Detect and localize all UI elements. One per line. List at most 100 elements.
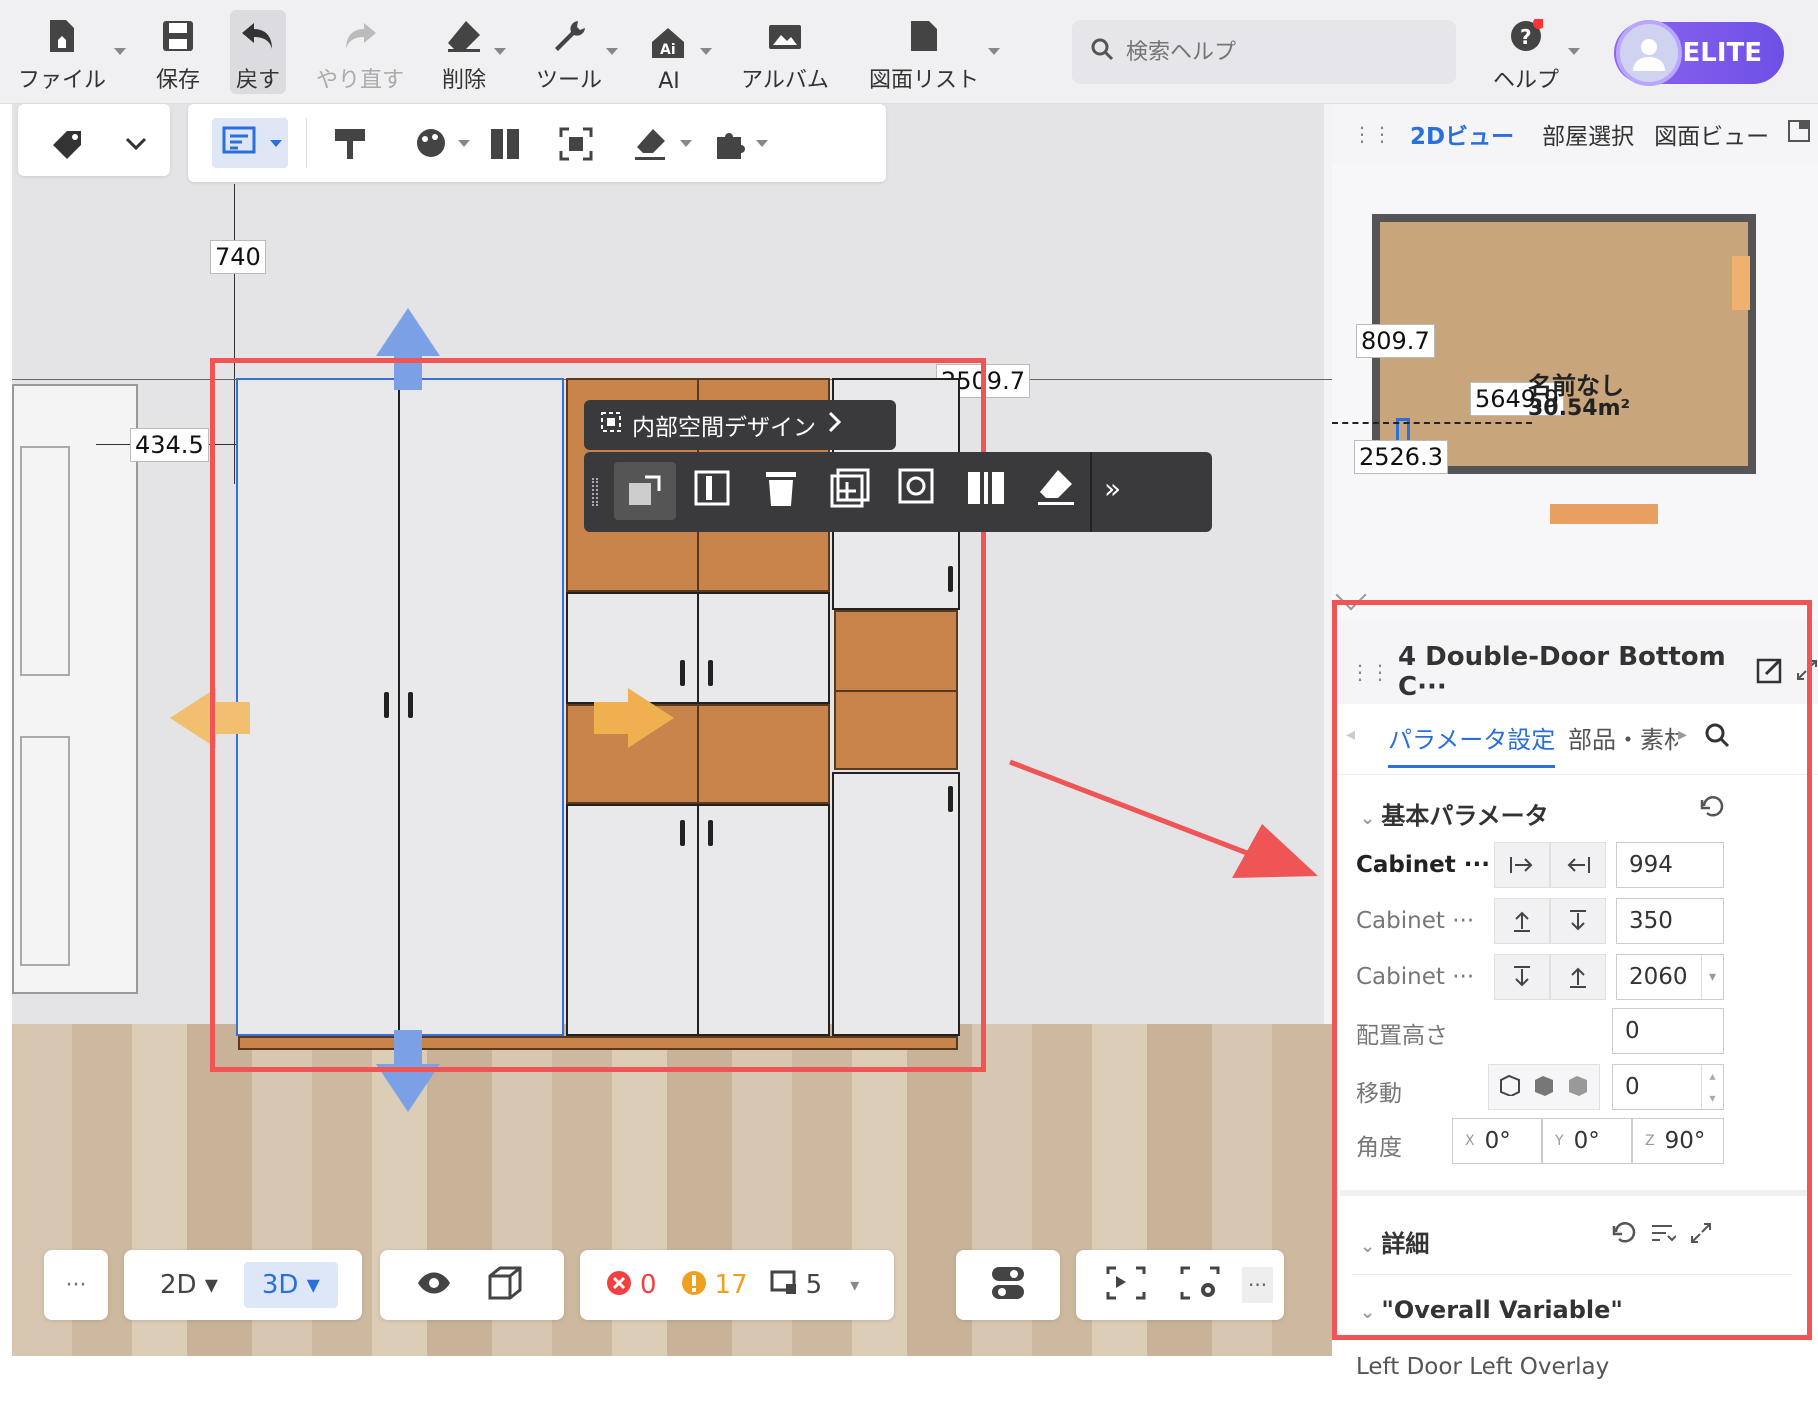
align-left-icon[interactable]: [1494, 842, 1550, 888]
list-filter-icon[interactable]: [1650, 1222, 1677, 1248]
width-input[interactable]: 994: [1616, 842, 1724, 888]
chevron-down-icon[interactable]: [756, 140, 768, 147]
box-icon[interactable]: [488, 1266, 522, 1304]
chevron-down-icon[interactable]: [114, 122, 158, 166]
layout-mode-button[interactable]: [212, 118, 288, 168]
brush-icon[interactable]: [628, 122, 672, 166]
cube-right-icon[interactable]: [1567, 1074, 1589, 1100]
align-icon[interactable]: [966, 468, 1006, 512]
drag-handle-icon[interactable]: ⋮⋮: [1352, 122, 1392, 146]
drag-handle-icon[interactable]: ⋮⋮: [1350, 660, 1390, 684]
render-settings-icon[interactable]: [1180, 1266, 1220, 1304]
angle-z-input[interactable]: Z 90°: [1632, 1118, 1724, 1164]
chevron-down-icon[interactable]: [494, 48, 506, 55]
album-button[interactable]: アルバム: [740, 10, 830, 94]
search-icon[interactable]: [1704, 722, 1730, 752]
minimap[interactable]: 809.7 5649.9 2526.3 名前なし 30.54m²: [1332, 164, 1818, 620]
cube-center-icon[interactable]: [1533, 1074, 1555, 1100]
help-search[interactable]: [1072, 20, 1456, 84]
chevron-down-icon[interactable]: ▾: [1701, 955, 1723, 999]
chevron-down-icon[interactable]: [270, 140, 282, 147]
angle-x-input[interactable]: X 0°: [1452, 1118, 1542, 1164]
puzzle-icon[interactable]: [708, 122, 752, 166]
angle-y-input[interactable]: Y 0°: [1542, 1118, 1632, 1164]
chevron-down-icon[interactable]: [1568, 48, 1580, 55]
tab-parts-materials[interactable]: 部品・素材: [1568, 720, 1678, 755]
more-button[interactable]: ···: [44, 1250, 108, 1320]
section-overall-variable[interactable]: ⌄ "Overall Variable": [1360, 1296, 1623, 1324]
drawing-list-button[interactable]: 図面リスト: [868, 10, 980, 94]
tools-menu[interactable]: ツール: [530, 10, 608, 94]
chevron-left-icon[interactable]: ◂: [1346, 724, 1355, 745]
duplicate-icon[interactable]: [830, 468, 870, 512]
mode-3d-button[interactable]: 3D ▾: [243, 1262, 338, 1308]
redo-button[interactable]: やり直す: [310, 10, 410, 94]
align-right-icon[interactable]: [1550, 842, 1606, 888]
align-bottom-icon[interactable]: [1494, 898, 1550, 944]
tab-2d-view[interactable]: 2Dビュー: [1410, 117, 1514, 151]
preview-icon[interactable]: [898, 468, 938, 512]
section-basic-params[interactable]: ⌄ 基本パラメータ: [1360, 796, 1549, 831]
chevron-down-icon[interactable]: [988, 48, 1000, 55]
align-bottom-icon[interactable]: [1550, 954, 1606, 1000]
chevron-down-icon[interactable]: [680, 140, 692, 147]
reset-icon[interactable]: [1700, 796, 1726, 822]
error-icon[interactable]: [606, 1270, 632, 1300]
warning-icon[interactable]: [681, 1270, 707, 1300]
eye-icon[interactable]: [416, 1270, 452, 1300]
paint-roller-icon[interactable]: [328, 122, 372, 166]
more-button[interactable]: »: [1104, 472, 1121, 505]
layer-check-icon[interactable]: [770, 1270, 798, 1300]
avatar[interactable]: [1616, 20, 1682, 86]
focus-frame-icon[interactable]: [554, 122, 598, 166]
stepper-icon[interactable]: ▴ ▾: [1701, 1065, 1723, 1109]
tab-room-select[interactable]: 部屋選択: [1542, 117, 1634, 151]
more-button[interactable]: ···: [1242, 1267, 1274, 1303]
ai-menu[interactable]: Ai AI: [644, 10, 694, 94]
expand-icon[interactable]: [1796, 659, 1818, 685]
save-button[interactable]: 保存: [148, 10, 208, 94]
tab-drawing-view[interactable]: 図面ビュー: [1654, 117, 1769, 151]
placement-input[interactable]: 0: [1612, 1008, 1724, 1054]
section-detail[interactable]: ⌄ 詳細: [1360, 1224, 1429, 1259]
dimension-label[interactable]: 809.7: [1356, 324, 1435, 358]
chevron-down-icon[interactable]: [700, 48, 712, 55]
move-direction-buttons[interactable]: [1488, 1064, 1600, 1110]
dimension-label[interactable]: 740: [210, 240, 266, 274]
delete-button[interactable]: 削除: [434, 10, 494, 94]
chevron-down-icon[interactable]: ▾: [850, 1275, 859, 1296]
toggle-panel-button[interactable]: [956, 1250, 1060, 1320]
expand-icon[interactable]: [1690, 1222, 1712, 1248]
help-button[interactable]: ? ヘルプ: [1484, 10, 1568, 94]
material-brush-icon[interactable]: [1036, 468, 1076, 512]
resize-handle-icon[interactable]: [1335, 579, 1367, 611]
window-icon[interactable]: [1787, 119, 1811, 149]
trash-icon[interactable]: [764, 468, 798, 512]
dimension-label[interactable]: 434.5: [130, 428, 209, 462]
dimension-label[interactable]: 2526.3: [1354, 440, 1448, 474]
chevron-right-icon[interactable]: ▸: [1678, 724, 1687, 745]
interior-design-button[interactable]: 内部空間デザイン: [584, 400, 896, 450]
height-select[interactable]: 2060 ▾: [1616, 954, 1724, 1000]
reset-icon[interactable]: [1612, 1222, 1638, 1248]
undo-button[interactable]: 戻す: [230, 10, 286, 94]
depth-input[interactable]: 350: [1616, 898, 1724, 944]
chevron-down-icon[interactable]: [458, 140, 470, 147]
align-top-icon[interactable]: [1550, 898, 1606, 944]
chevron-down-icon[interactable]: [606, 48, 618, 55]
move-up-arrow-icon[interactable]: [376, 308, 440, 356]
tag-icon[interactable]: [46, 122, 90, 166]
align-top-icon[interactable]: [1494, 954, 1550, 1000]
cube-left-icon[interactable]: [1499, 1074, 1521, 1100]
move-input[interactable]: 0 ▴ ▾: [1612, 1064, 1724, 1110]
drag-handle-icon[interactable]: [592, 478, 598, 506]
split-icon[interactable]: [694, 468, 734, 512]
door-edit-icon[interactable]: [484, 122, 528, 166]
mode-2d-button[interactable]: 2D ▾: [160, 1270, 218, 1300]
search-input[interactable]: [1126, 39, 1426, 65]
chevron-down-icon[interactable]: [114, 48, 126, 55]
resize-icon[interactable]: [614, 462, 676, 520]
screenshot-icon[interactable]: [1106, 1266, 1146, 1304]
palette-icon[interactable]: [410, 122, 454, 166]
tab-parameters[interactable]: パラメータ設定: [1388, 720, 1556, 768]
